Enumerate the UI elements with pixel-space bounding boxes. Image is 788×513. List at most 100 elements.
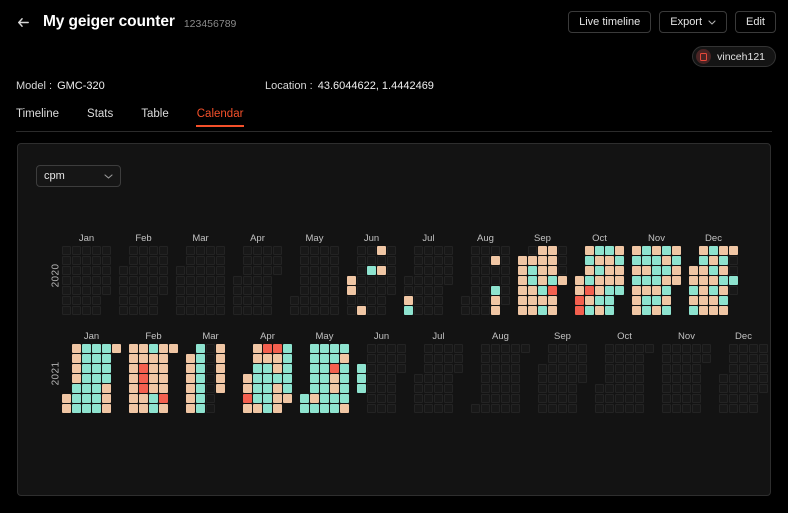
calendar-cell-value[interactable] bbox=[652, 306, 661, 315]
calendar-cell-value[interactable] bbox=[102, 364, 111, 373]
calendar-cell-empty[interactable] bbox=[434, 286, 443, 295]
calendar-cell-value[interactable] bbox=[538, 276, 547, 285]
calendar-cell-empty[interactable] bbox=[347, 306, 356, 315]
calendar-cell-empty[interactable] bbox=[233, 276, 242, 285]
calendar-cell-empty[interactable] bbox=[548, 354, 557, 363]
calendar-cell-empty[interactable] bbox=[357, 246, 366, 255]
calendar-cell-empty[interactable] bbox=[605, 384, 614, 393]
calendar-cell-empty[interactable] bbox=[692, 384, 701, 393]
calendar-cell-empty[interactable] bbox=[357, 286, 366, 295]
calendar-cell-value[interactable] bbox=[62, 394, 71, 403]
calendar-cell-empty[interactable] bbox=[645, 344, 654, 353]
calendar-cell-empty[interactable] bbox=[692, 404, 701, 413]
calendar-cell-value[interactable] bbox=[102, 344, 111, 353]
calendar-cell-empty[interactable] bbox=[92, 276, 101, 285]
calendar-cell-value[interactable] bbox=[196, 384, 205, 393]
calendar-cell-empty[interactable] bbox=[635, 374, 644, 383]
calendar-cell-empty[interactable] bbox=[387, 364, 396, 373]
calendar-cell-empty[interactable] bbox=[444, 394, 453, 403]
calendar-cell-empty[interactable] bbox=[739, 344, 748, 353]
calendar-cell-empty[interactable] bbox=[387, 374, 396, 383]
calendar-cell-empty[interactable] bbox=[62, 246, 71, 255]
calendar-cell-value[interactable] bbox=[719, 276, 728, 285]
calendar-cell-value[interactable] bbox=[689, 276, 698, 285]
calendar-cell-value[interactable] bbox=[273, 404, 282, 413]
calendar-cell-empty[interactable] bbox=[377, 286, 386, 295]
calendar-cell-empty[interactable] bbox=[414, 404, 423, 413]
calendar-cell-empty[interactable] bbox=[558, 256, 567, 265]
calendar-cell-empty[interactable] bbox=[662, 364, 671, 373]
calendar-cell-value[interactable] bbox=[196, 394, 205, 403]
calendar-cell-value[interactable] bbox=[62, 404, 71, 413]
calendar-cell-empty[interactable] bbox=[635, 344, 644, 353]
calendar-cell-value[interactable] bbox=[699, 276, 708, 285]
calendar-cell-empty[interactable] bbox=[444, 256, 453, 265]
calendar-cell-empty[interactable] bbox=[139, 246, 148, 255]
calendar-cell-value[interactable] bbox=[632, 276, 641, 285]
calendar-cell-empty[interactable] bbox=[692, 344, 701, 353]
calendar-cell-value[interactable] bbox=[699, 306, 708, 315]
calendar-cell-empty[interactable] bbox=[320, 246, 329, 255]
calendar-cell-value[interactable] bbox=[672, 246, 681, 255]
calendar-cell-empty[interactable] bbox=[729, 394, 738, 403]
calendar-cell-empty[interactable] bbox=[538, 384, 547, 393]
calendar-cell-empty[interactable] bbox=[357, 276, 366, 285]
calendar-cell-empty[interactable] bbox=[387, 246, 396, 255]
calendar-cell-empty[interactable] bbox=[615, 384, 624, 393]
calendar-cell-empty[interactable] bbox=[216, 266, 225, 275]
calendar-cell-empty[interactable] bbox=[719, 384, 728, 393]
calendar-cell-value[interactable] bbox=[404, 296, 413, 305]
calendar-cell-empty[interactable] bbox=[558, 344, 567, 353]
calendar-cell-empty[interactable] bbox=[310, 286, 319, 295]
calendar-cell-empty[interactable] bbox=[578, 374, 587, 383]
calendar-cell-value[interactable] bbox=[548, 286, 557, 295]
calendar-cell-empty[interactable] bbox=[481, 286, 490, 295]
calendar-cell-value[interactable] bbox=[652, 286, 661, 295]
calendar-cell-empty[interactable] bbox=[72, 306, 81, 315]
calendar-cell-value[interactable] bbox=[491, 286, 500, 295]
calendar-cell-empty[interactable] bbox=[558, 364, 567, 373]
calendar-cell-value[interactable] bbox=[186, 364, 195, 373]
calendar-cell-value[interactable] bbox=[575, 276, 584, 285]
calendar-cell-value[interactable] bbox=[186, 404, 195, 413]
calendar-cell-empty[interactable] bbox=[481, 354, 490, 363]
calendar-cell-empty[interactable] bbox=[367, 296, 376, 305]
calendar-cell-empty[interactable] bbox=[749, 404, 758, 413]
export-button[interactable]: Export bbox=[659, 11, 728, 33]
calendar-cell-value[interactable] bbox=[404, 306, 413, 315]
calendar-cell-empty[interactable] bbox=[320, 276, 329, 285]
calendar-cell-value[interactable] bbox=[595, 286, 604, 295]
calendar-cell-empty[interactable] bbox=[196, 256, 205, 265]
calendar-cell-empty[interactable] bbox=[367, 394, 376, 403]
calendar-cell-empty[interactable] bbox=[558, 404, 567, 413]
calendar-cell-value[interactable] bbox=[585, 276, 594, 285]
calendar-cell-empty[interactable] bbox=[444, 246, 453, 255]
calendar-cell-value[interactable] bbox=[357, 384, 366, 393]
calendar-cell-empty[interactable] bbox=[186, 296, 195, 305]
calendar-cell-empty[interactable] bbox=[501, 256, 510, 265]
calendar-cell-value[interactable] bbox=[662, 296, 671, 305]
calendar-cell-empty[interactable] bbox=[149, 246, 158, 255]
calendar-cell-value[interactable] bbox=[662, 266, 671, 275]
calendar-cell-value[interactable] bbox=[320, 404, 329, 413]
calendar-cell-empty[interactable] bbox=[206, 276, 215, 285]
calendar-cell-value[interactable] bbox=[149, 394, 158, 403]
calendar-cell-value[interactable] bbox=[672, 276, 681, 285]
calendar-cell-value[interactable] bbox=[82, 384, 91, 393]
calendar-cell-empty[interactable] bbox=[471, 276, 480, 285]
calendar-cell-empty[interactable] bbox=[434, 296, 443, 305]
calendar-cell-empty[interactable] bbox=[233, 286, 242, 295]
calendar-cell-value[interactable] bbox=[662, 286, 671, 295]
calendar-cell-value[interactable] bbox=[719, 296, 728, 305]
calendar-cell-empty[interactable] bbox=[330, 286, 339, 295]
calendar-cell-empty[interactable] bbox=[310, 266, 319, 275]
calendar-cell-value[interactable] bbox=[575, 306, 584, 315]
calendar-cell-value[interactable] bbox=[605, 286, 614, 295]
calendar-cell-value[interactable] bbox=[243, 374, 252, 383]
calendar-cell-empty[interactable] bbox=[320, 296, 329, 305]
calendar-cell-empty[interactable] bbox=[377, 276, 386, 285]
calendar-cell-empty[interactable] bbox=[538, 364, 547, 373]
calendar-cell-empty[interactable] bbox=[461, 296, 470, 305]
calendar-cell-empty[interactable] bbox=[461, 306, 470, 315]
calendar-cell-empty[interactable] bbox=[216, 276, 225, 285]
